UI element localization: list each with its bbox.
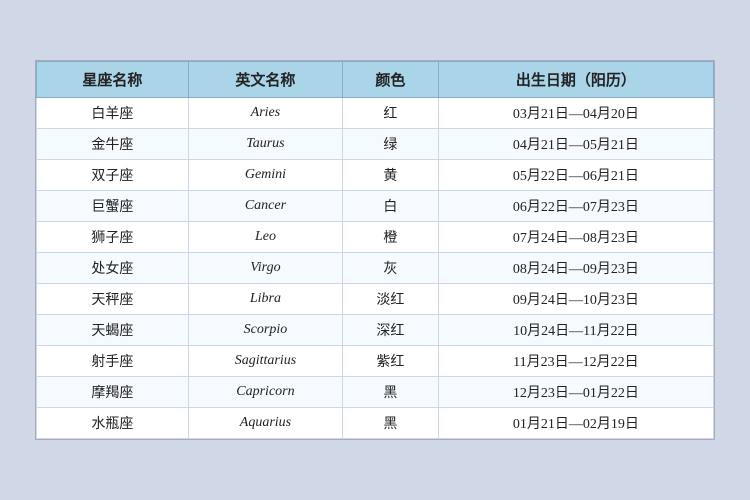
cell-chinese-name: 摩羯座 <box>37 377 189 408</box>
cell-date: 04月21日—05月21日 <box>438 129 713 160</box>
cell-date: 06月22日—07月23日 <box>438 191 713 222</box>
cell-date: 01月21日—02月19日 <box>438 408 713 439</box>
cell-english-name: Aquarius <box>188 408 342 439</box>
table-header-row: 星座名称 英文名称 颜色 出生日期（阳历） <box>37 62 714 98</box>
header-chinese-name: 星座名称 <box>37 62 189 98</box>
cell-color: 黑 <box>343 377 439 408</box>
cell-chinese-name: 狮子座 <box>37 222 189 253</box>
cell-english-name: Virgo <box>188 253 342 284</box>
cell-chinese-name: 金牛座 <box>37 129 189 160</box>
cell-color: 绿 <box>343 129 439 160</box>
table-row: 水瓶座Aquarius黑01月21日—02月19日 <box>37 408 714 439</box>
cell-date: 10月24日—11月22日 <box>438 315 713 346</box>
cell-color: 紫红 <box>343 346 439 377</box>
cell-chinese-name: 天蝎座 <box>37 315 189 346</box>
table-body: 白羊座Aries红03月21日—04月20日金牛座Taurus绿04月21日—0… <box>37 98 714 439</box>
cell-color: 红 <box>343 98 439 129</box>
cell-color: 黑 <box>343 408 439 439</box>
cell-english-name: Scorpio <box>188 315 342 346</box>
cell-english-name: Leo <box>188 222 342 253</box>
table-row: 天蝎座Scorpio深红10月24日—11月22日 <box>37 315 714 346</box>
cell-date: 03月21日—04月20日 <box>438 98 713 129</box>
table-row: 金牛座Taurus绿04月21日—05月21日 <box>37 129 714 160</box>
table-row: 双子座Gemini黄05月22日—06月21日 <box>37 160 714 191</box>
cell-color: 橙 <box>343 222 439 253</box>
cell-date: 11月23日—12月22日 <box>438 346 713 377</box>
cell-color: 灰 <box>343 253 439 284</box>
cell-english-name: Gemini <box>188 160 342 191</box>
zodiac-table-container: 星座名称 英文名称 颜色 出生日期（阳历） 白羊座Aries红03月21日—04… <box>35 60 715 440</box>
cell-english-name: Taurus <box>188 129 342 160</box>
table-row: 处女座Virgo灰08月24日—09月23日 <box>37 253 714 284</box>
cell-english-name: Sagittarius <box>188 346 342 377</box>
table-row: 天秤座Libra淡红09月24日—10月23日 <box>37 284 714 315</box>
cell-chinese-name: 双子座 <box>37 160 189 191</box>
table-row: 白羊座Aries红03月21日—04月20日 <box>37 98 714 129</box>
cell-date: 08月24日—09月23日 <box>438 253 713 284</box>
table-row: 摩羯座Capricorn黑12月23日—01月22日 <box>37 377 714 408</box>
cell-color: 黄 <box>343 160 439 191</box>
cell-chinese-name: 天秤座 <box>37 284 189 315</box>
cell-english-name: Cancer <box>188 191 342 222</box>
cell-date: 09月24日—10月23日 <box>438 284 713 315</box>
cell-chinese-name: 水瓶座 <box>37 408 189 439</box>
cell-color: 白 <box>343 191 439 222</box>
cell-date: 12月23日—01月22日 <box>438 377 713 408</box>
cell-english-name: Aries <box>188 98 342 129</box>
cell-english-name: Libra <box>188 284 342 315</box>
header-color: 颜色 <box>343 62 439 98</box>
table-row: 狮子座Leo橙07月24日—08月23日 <box>37 222 714 253</box>
cell-chinese-name: 处女座 <box>37 253 189 284</box>
cell-date: 07月24日—08月23日 <box>438 222 713 253</box>
zodiac-table: 星座名称 英文名称 颜色 出生日期（阳历） 白羊座Aries红03月21日—04… <box>36 61 714 439</box>
cell-english-name: Capricorn <box>188 377 342 408</box>
cell-chinese-name: 白羊座 <box>37 98 189 129</box>
cell-date: 05月22日—06月21日 <box>438 160 713 191</box>
header-date: 出生日期（阳历） <box>438 62 713 98</box>
cell-color: 淡红 <box>343 284 439 315</box>
table-row: 巨蟹座Cancer白06月22日—07月23日 <box>37 191 714 222</box>
header-english-name: 英文名称 <box>188 62 342 98</box>
cell-chinese-name: 巨蟹座 <box>37 191 189 222</box>
cell-color: 深红 <box>343 315 439 346</box>
cell-chinese-name: 射手座 <box>37 346 189 377</box>
table-row: 射手座Sagittarius紫红11月23日—12月22日 <box>37 346 714 377</box>
